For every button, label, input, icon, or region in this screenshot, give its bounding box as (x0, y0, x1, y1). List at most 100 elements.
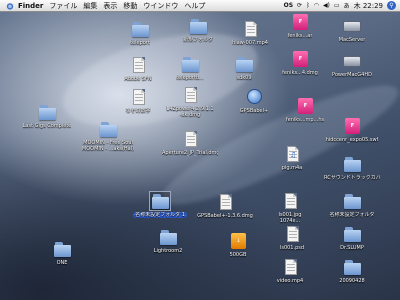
globe-app-icon (244, 88, 264, 106)
icon-label: 500GB (229, 252, 247, 258)
menu-extras: OS ⟳ ᛒ ◠ ◀) ▭ あ 木 22:29 ⚲ (284, 1, 400, 11)
desktop-icon-teleportdir[interactable]: teleportd... (162, 55, 218, 81)
os-status[interactable]: OS (284, 2, 293, 9)
wifi-icon[interactable]: ◠ (314, 2, 319, 9)
desktop-icon-video[interactable]: video.mp4 (262, 258, 318, 284)
desktop-icon-nazo[interactable]: なぞの数字 (110, 88, 166, 114)
desktop-icon-lightroom[interactable]: Lightroom2 (140, 228, 196, 254)
menu-bar: Finder ファイル 編集 表示 移動 ウインドウ ヘルプ OS ⟳ ᛒ ◠ … (0, 0, 400, 12)
desktop-icon-rc-cover[interactable]: RCサウンドトラックカバーズ (324, 155, 380, 181)
menu-finder[interactable]: Finder (18, 2, 43, 10)
desktop-icon-ls001psd[interactable]: ls001.psd (264, 225, 320, 251)
flash-file-icon: F (295, 97, 315, 115)
sync-icon[interactable]: ⟳ (297, 2, 302, 9)
document-icon (282, 225, 302, 243)
hard-drive-icon (342, 52, 362, 70)
desktop-icon-aperture[interactable]: Aperture2_JP_Trial.dmg (162, 130, 218, 156)
icon-label: feniks...4.dmg (282, 70, 318, 76)
menu-view[interactable]: 表示 (103, 1, 117, 11)
icon-label: 名称未設定フォルダ (329, 212, 375, 218)
spotlight-icon[interactable]: ⚲ (387, 1, 396, 10)
clock[interactable]: 木 22:29 (354, 1, 383, 11)
desktop-icon-file-2[interactable]: Ffeniks...4.dmg (272, 50, 328, 76)
icon-label: Last Gigs Complete (22, 123, 72, 129)
folder-icon (342, 192, 362, 210)
desktop-icon-ls001jpg[interactable]: ls001.jpg 1074x... (262, 192, 318, 224)
volume-icon[interactable]: ◀) (323, 2, 330, 9)
desktop-icon-sdk09[interactable]: sdk09 (216, 55, 272, 81)
desktop-icon-untitled[interactable]: 名称未設定フォルダ 1 (132, 191, 188, 218)
desktop-icon-gpsbabel-dmg[interactable]: GPSBabel+-1.3.6.dmg (197, 193, 253, 219)
folder-icon (234, 55, 254, 73)
desktop-icon-last-gigs[interactable]: Last Gigs Complete (19, 103, 75, 129)
desktop-icon-hiawatha[interactable]: hiaw-007.mp4 (222, 20, 278, 46)
folder-icon (158, 228, 178, 246)
icon-label: 新規フォルダ (182, 37, 213, 43)
folder-icon (149, 191, 171, 211)
flash-file-icon: F (290, 50, 310, 68)
desktop-icon-powermac[interactable]: PowerMacG4HD (324, 52, 380, 78)
desktop-icon-pigm4a[interactable]: ♫ pig.m4a (264, 145, 320, 171)
icon-label: GPSBabel+-1.3.6.dmg (197, 213, 253, 219)
document-icon (180, 86, 200, 104)
desktop-icon-moomin[interactable]: MOOMIN - Free Soul MOOMIN - ...aks(Hal) (80, 120, 136, 152)
apple-menu-icon[interactable] (5, 1, 14, 10)
icon-label: なぞの数字 (125, 108, 151, 114)
hard-drive-icon (342, 17, 362, 35)
bluetooth-icon[interactable]: ᛒ (306, 2, 310, 9)
battery-icon[interactable]: ▭ (334, 2, 340, 9)
input-method-icon[interactable]: あ (344, 1, 350, 10)
desktop-icon-file-1[interactable]: Ffeniks...ar (272, 13, 328, 39)
icon-label: pig.m4a (281, 165, 303, 171)
folder-icon (342, 225, 362, 243)
desktop-icon-hidcenr[interactable]: Fhidccenr_expo05.swf (324, 117, 380, 143)
icon-label: Adobe SFN (124, 76, 152, 82)
folder-icon (37, 103, 57, 121)
icon-label: ONE (56, 260, 68, 266)
desktop-icon-500gb[interactable]: ⇣ 500GB (210, 232, 266, 258)
icon-label: PowerMacG4HD (332, 72, 372, 78)
folder-icon (52, 240, 72, 258)
menu-go[interactable]: 移動 (123, 1, 137, 11)
icon-label: teleport (130, 40, 150, 46)
menu-file[interactable]: ファイル (49, 1, 77, 11)
icon-label: GPSBabel+ (239, 108, 269, 114)
document-icon (180, 130, 200, 148)
menu-window[interactable]: ウインドウ (143, 1, 178, 11)
desktop: Finder ファイル 編集 表示 移動 ウインドウ ヘルプ OS ⟳ ᛒ ◠ … (0, 0, 400, 300)
icon-label: teleportd... (176, 75, 204, 81)
desktop-icon-l4zpower[interactable]: L4Zpower4.2.9.1.1 -xk.dmg (162, 86, 218, 118)
desktop-icon-new-folder[interactable]: 新規フォルダ (170, 17, 226, 43)
desktop-icon-one[interactable]: ONE (34, 240, 90, 266)
external-drive-icon: ⇣ (228, 232, 248, 250)
document-icon (280, 258, 300, 276)
icon-label: L4Zpower4.2.9.1.1 -xk.dmg (166, 106, 214, 118)
icon-label: Lightroom2 (153, 248, 183, 254)
icon-label: MacServer (338, 37, 366, 43)
desktop-icon-20090428[interactable]: 20090428 (324, 258, 380, 284)
icon-label: sdk09 (236, 75, 252, 81)
audio-file-icon: ♫ (282, 145, 302, 163)
icon-label: Aperture2_JP_Trial.dmg (162, 150, 218, 156)
desktop-icon-untitled-2[interactable]: 名称未設定フォルダ (324, 192, 380, 218)
folder-icon (342, 155, 362, 173)
icon-label: MOOMIN - Free Soul MOOMIN - ...aks(Hal) (81, 140, 135, 152)
menu-help[interactable]: ヘルプ (184, 1, 205, 11)
flash-file-icon: F (342, 117, 362, 135)
icon-label: 20090428 (339, 278, 365, 284)
desktop-icon-gpsbabel[interactable]: GPSBabel+ (226, 88, 282, 114)
icon-label: feniks...ar (287, 33, 313, 39)
icon-label: Dr.SLUMP (340, 245, 364, 251)
flash-file-icon: F (290, 13, 310, 31)
icon-label: feniks...mp...hs (285, 117, 325, 123)
icon-label: video.mp4 (276, 278, 304, 284)
desktop-icon-adobe-sfn[interactable]: Adobe SFN (110, 56, 166, 82)
menu-edit[interactable]: 編集 (83, 1, 97, 11)
icon-label: hiaw-007.mp4 (232, 40, 268, 46)
desktop-icon-teleport[interactable]: teleport (112, 20, 168, 46)
icon-label: RCサウンドトラックカバーズ (324, 175, 380, 181)
document-icon (128, 56, 148, 74)
desktop-icon-macserver[interactable]: MacServer (324, 17, 380, 43)
icon-label: 名称未設定フォルダ 1 (133, 212, 187, 218)
desktop-icon-drslump[interactable]: Dr.SLUMP (324, 225, 380, 251)
